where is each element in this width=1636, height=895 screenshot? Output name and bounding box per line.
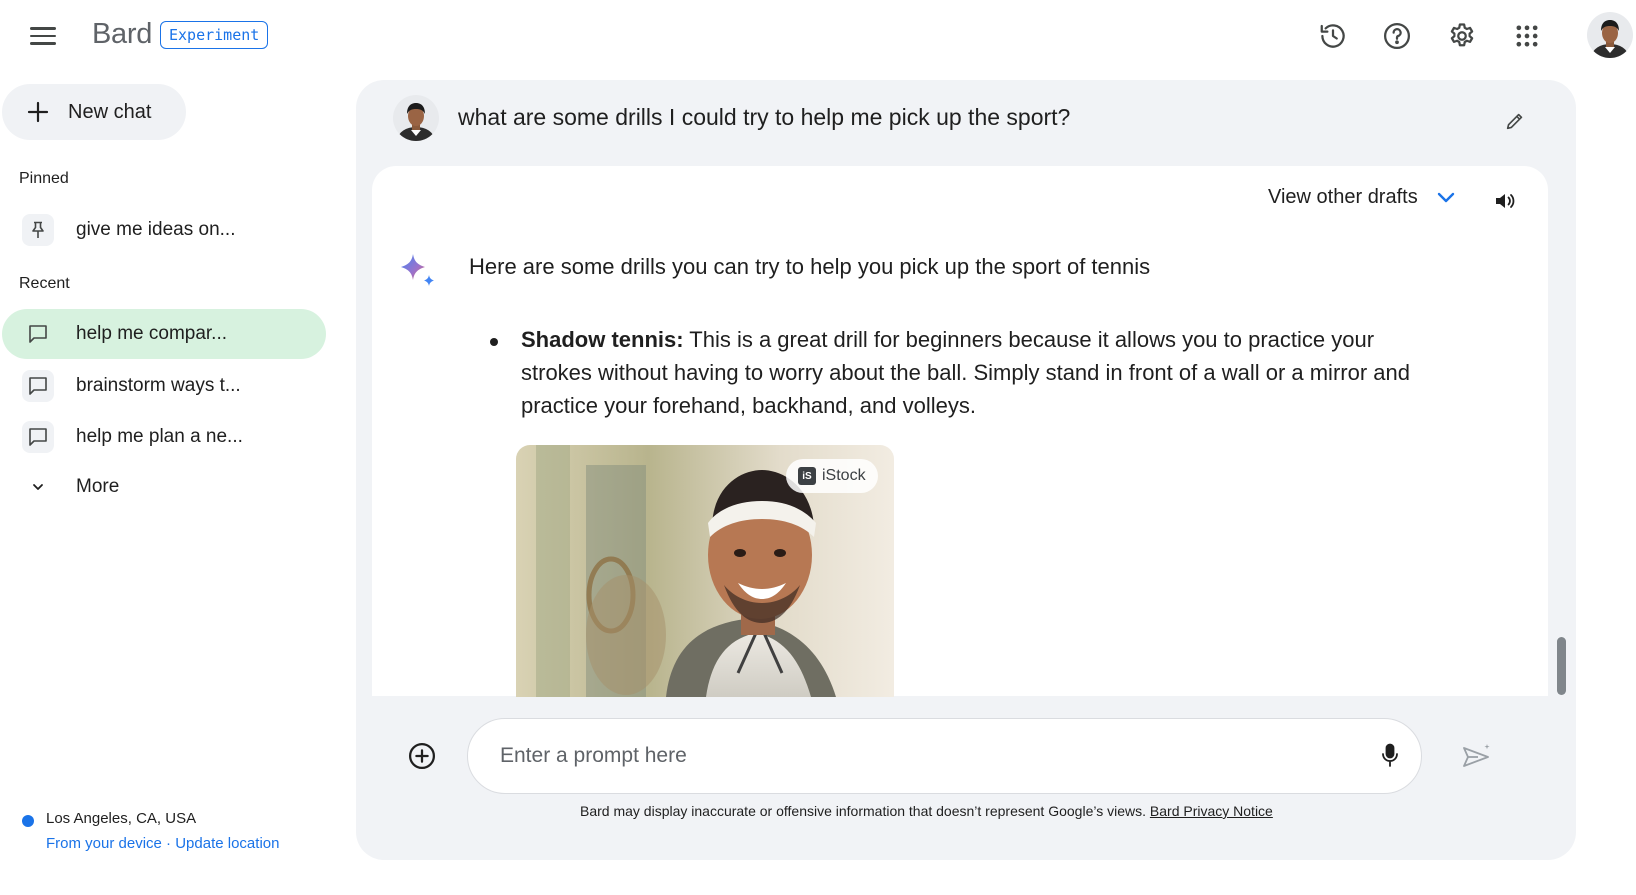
recent-section-label: Recent — [19, 275, 70, 292]
image-source-label: iStock — [822, 467, 866, 484]
voice-input-button[interactable] — [1372, 738, 1408, 774]
pin-icon — [32, 221, 44, 238]
experiment-badge: Experiment — [160, 21, 269, 49]
user-question: what are some drills I could try to help… — [458, 104, 1071, 130]
menu-icon — [30, 27, 56, 30]
view-drafts-button[interactable]: View other drafts — [1268, 186, 1456, 209]
chat-bubble-icon — [29, 377, 47, 395]
istock-logo-icon: iS — [798, 467, 816, 485]
recent-chat-item[interactable]: brainstorm ways t... — [2, 361, 326, 411]
new-chat-label: New chat — [68, 100, 152, 123]
submit-button[interactable] — [1455, 736, 1499, 780]
account-avatar[interactable] — [1587, 12, 1633, 58]
help-icon — [1384, 23, 1410, 49]
user-avatar — [393, 95, 439, 141]
bullet-marker — [490, 338, 498, 346]
add-circle-icon — [409, 743, 435, 769]
microphone-icon — [1382, 743, 1398, 767]
edit-question-button[interactable] — [1500, 106, 1530, 136]
history-icon — [1320, 24, 1345, 48]
history-button[interactable] — [1311, 14, 1355, 58]
help-button[interactable] — [1375, 14, 1419, 58]
recent-chat-item[interactable]: help me plan a ne... — [2, 412, 326, 462]
privacy-notice-link[interactable]: Bard Privacy Notice — [1150, 803, 1273, 819]
add-image-button[interactable] — [402, 736, 442, 776]
chat-bubble-icon — [29, 428, 47, 446]
speaker-icon — [1496, 194, 1515, 208]
update-location-link[interactable]: Update location — [175, 835, 279, 852]
prompt-input[interactable] — [467, 718, 1422, 794]
avatar — [393, 95, 439, 141]
recent-chat-item[interactable]: help me compar... — [2, 309, 326, 359]
response-intro: Here are some drills you can try to help… — [469, 254, 1151, 279]
disclaimer: Bard may display inaccurate or offensive… — [580, 803, 1273, 819]
location-text: Los Angeles, CA, USA — [46, 810, 197, 827]
apps-grid-icon — [1516, 25, 1538, 47]
brand-logo: Bard — [92, 18, 153, 50]
new-chat-button[interactable]: New chat — [2, 84, 186, 140]
pinned-item[interactable]: give me ideas on... — [2, 205, 326, 255]
read-aloud-button[interactable] — [1488, 184, 1522, 218]
more-button[interactable]: More — [2, 462, 326, 512]
recent-chat-label: help me compar... — [76, 323, 228, 344]
pinned-item-label: give me ideas on... — [76, 219, 236, 240]
avatar — [1587, 12, 1633, 58]
recent-chat-label: help me plan a ne... — [76, 426, 243, 447]
disclaimer-text: Bard may display inaccurate or offensive… — [580, 803, 1150, 819]
scrollbar-thumb[interactable] — [1557, 637, 1566, 695]
location-dot-icon — [22, 815, 34, 827]
pinned-section-label: Pinned — [19, 170, 69, 187]
send-icon — [1463, 744, 1490, 767]
more-label: More — [76, 476, 120, 497]
menu-button[interactable] — [24, 20, 60, 52]
image-source-badge[interactable]: iS iStock — [786, 459, 878, 493]
from-device-link[interactable]: From your device — [46, 835, 162, 852]
apps-button[interactable] — [1505, 14, 1549, 58]
chat-bubble-icon — [29, 325, 47, 343]
location-links: From your device · Update location — [46, 835, 279, 852]
chevron-down-icon — [1437, 192, 1454, 202]
bullet-title: Shadow tennis: — [521, 327, 684, 352]
bard-sparkle-icon — [398, 252, 438, 292]
edit-pencil-icon — [1506, 113, 1523, 130]
recent-chat-label: brainstorm ways t... — [76, 375, 241, 396]
plus-icon — [27, 101, 49, 123]
response-bullet: Shadow tennis: This is a great drill for… — [521, 323, 1451, 422]
view-drafts-label: View other drafts — [1268, 186, 1418, 208]
settings-gear-icon — [1450, 23, 1474, 47]
chevron-down-icon — [33, 484, 43, 490]
settings-button[interactable] — [1440, 14, 1484, 58]
location-separator: · — [161, 835, 176, 852]
